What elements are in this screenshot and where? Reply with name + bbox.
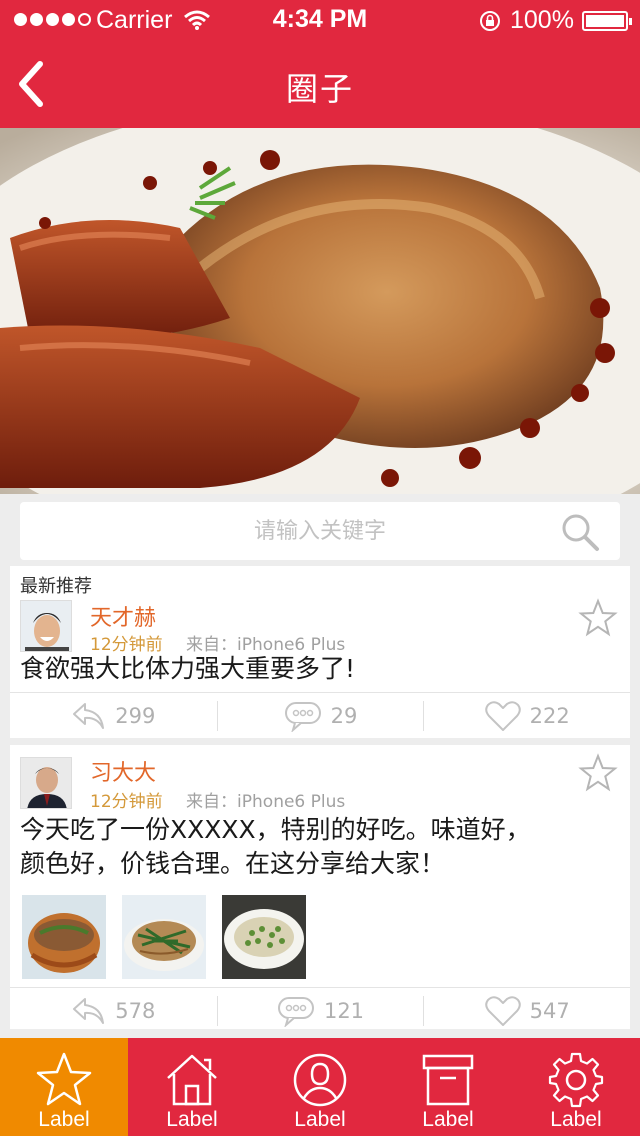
- post-text-line: 颜色好，价钱合理。在这分享给大家！: [20, 849, 446, 878]
- section-title: 最新推荐: [20, 576, 92, 597]
- post-actions: 299 29 222: [10, 692, 630, 738]
- star-icon: [36, 1052, 92, 1106]
- heart-icon: [484, 700, 521, 731]
- post-image-thumbnail[interactable]: [22, 895, 106, 979]
- comment-count: 121: [323, 998, 365, 1023]
- comment-button[interactable]: 29: [216, 693, 424, 738]
- username[interactable]: 习大大: [90, 755, 156, 787]
- post-image-thumbnail[interactable]: [122, 895, 206, 979]
- search-input[interactable]: [20, 502, 620, 560]
- share-button[interactable]: 578: [10, 988, 217, 1033]
- tab-profile[interactable]: Label: [256, 1038, 384, 1136]
- archive-box-icon: [422, 1054, 474, 1106]
- favorite-star-icon[interactable]: [578, 753, 618, 793]
- battery-percent: 100%: [510, 6, 574, 34]
- post-text: 食欲强大比体力强大重要多了!: [20, 654, 356, 683]
- comment-icon: [277, 996, 314, 1027]
- username[interactable]: 天才赫: [90, 600, 156, 632]
- heart-icon: [484, 995, 521, 1026]
- tab-label: Label: [422, 1108, 474, 1131]
- favorite-star-icon[interactable]: [578, 598, 618, 638]
- search-box[interactable]: [20, 502, 620, 560]
- post-text: 今天吃了一份XXXXX，特别的好吃。味道好， 颜色好，价钱合理。在这分享给大家！: [20, 813, 620, 881]
- post-card: 习大大 12分钟前 来自：iPhone6 Plus 今天吃了一份XXXXX，特别…: [10, 745, 630, 1029]
- tab-label: Label: [38, 1108, 90, 1131]
- battery-icon: [582, 11, 632, 31]
- avatar[interactable]: [20, 600, 72, 652]
- tab-settings[interactable]: Label: [512, 1038, 640, 1136]
- like-count: 547: [529, 998, 570, 1023]
- header: Carrier 4:34 PM 100% 圈子: [0, 0, 640, 128]
- tab-archive[interactable]: Label: [384, 1038, 512, 1136]
- post-image-thumbnail[interactable]: [222, 895, 306, 979]
- user-icon: [293, 1053, 347, 1107]
- like-count: 222: [529, 703, 570, 728]
- post-source: 来自：iPhone6 Plus: [186, 792, 346, 812]
- like-button[interactable]: 547: [423, 988, 630, 1033]
- post-images: [22, 895, 306, 979]
- nav-bar: 圈子: [0, 40, 640, 128]
- post-card: 最新推荐 天才赫 12分钟前 来自：iPhone6 Plus 食欲强大比体力强大…: [10, 566, 630, 738]
- share-count: 299: [115, 703, 156, 728]
- like-button[interactable]: 222: [423, 693, 630, 738]
- comment-button[interactable]: 121: [216, 988, 424, 1033]
- post-text-line: 今天吃了一份XXXXX，特别的好吃。味道好，: [20, 815, 531, 844]
- share-icon: [73, 997, 105, 1024]
- tab-favorites[interactable]: Label: [0, 1038, 128, 1136]
- tab-label: Label: [166, 1108, 218, 1131]
- home-icon: [167, 1054, 217, 1106]
- tab-label: Label: [294, 1108, 346, 1131]
- comment-icon: [284, 701, 321, 732]
- share-count: 578: [115, 998, 156, 1023]
- tab-home[interactable]: Label: [128, 1038, 256, 1136]
- post-actions: 578 121 547: [10, 987, 630, 1033]
- status-bar: Carrier 4:34 PM 100%: [0, 0, 640, 40]
- share-icon: [73, 702, 105, 729]
- post-meta: 12分钟前 来自：iPhone6 Plus: [90, 787, 345, 812]
- gear-icon: [548, 1052, 604, 1108]
- hero-food-image: [0, 128, 640, 494]
- post-time: 12分钟前: [90, 792, 163, 812]
- page-title: 圈子: [285, 70, 354, 108]
- comment-count: 29: [330, 703, 358, 728]
- tab-bar: Label Label Label Label Label: [0, 1038, 640, 1136]
- share-button[interactable]: 299: [10, 693, 217, 738]
- search-icon[interactable]: [560, 512, 600, 552]
- rotation-lock-icon: [480, 11, 500, 31]
- tab-label: Label: [550, 1108, 602, 1131]
- avatar[interactable]: [20, 757, 72, 809]
